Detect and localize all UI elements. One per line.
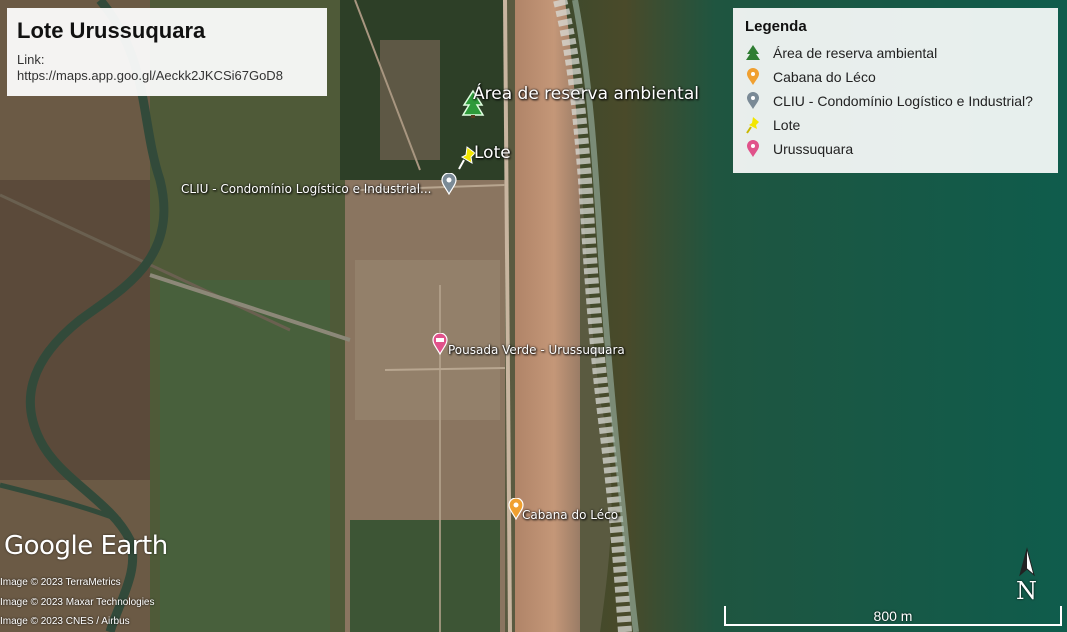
title-panel: Lote Urussuquara Link: https://maps.app.… bbox=[7, 8, 327, 96]
map-title: Lote Urussuquara bbox=[17, 18, 206, 43]
pin-icon-cliu[interactable] bbox=[441, 173, 457, 195]
legend-panel: Legenda Área de reserva ambiental Cabana… bbox=[733, 8, 1058, 173]
legend-item-urussuquara: Urussuquara bbox=[745, 137, 1046, 161]
link-label: Link: bbox=[17, 52, 45, 67]
pin-icon bbox=[747, 68, 759, 85]
pin-icon bbox=[747, 140, 759, 157]
legend-item-cabana: Cabana do Léco bbox=[745, 65, 1046, 89]
pushpin-icon bbox=[746, 117, 759, 134]
scale-label: 800 m bbox=[873, 608, 913, 624]
tree-icon bbox=[746, 45, 760, 60]
legend-item-label: Área de reserva ambiental bbox=[773, 45, 938, 61]
marker-label-cliu: CLIU - Condomínio Logístico e Industrial… bbox=[181, 182, 432, 196]
legend-item-label: Lote bbox=[773, 117, 801, 133]
north-arrow-icon bbox=[1019, 547, 1035, 577]
marker-label-pousada: Pousada Verde - Urussuquara bbox=[448, 343, 625, 357]
legend-item-cliu: CLIU - Condomínio Logístico e Industrial… bbox=[745, 89, 1046, 113]
legend-heading: Legenda bbox=[745, 18, 807, 35]
legend-item-reserva: Área de reserva ambiental bbox=[745, 41, 1046, 65]
credit-line: Image © 2023 CNES / Airbus bbox=[0, 616, 130, 627]
pin-icon bbox=[747, 92, 759, 109]
link-url[interactable]: https://maps.app.goo.gl/Aeckk2JKCSi67GoD… bbox=[17, 68, 317, 84]
google-earth-logo: Google Earth bbox=[4, 531, 168, 561]
legend-item-label: Urussuquara bbox=[773, 141, 854, 157]
north-label: N bbox=[1016, 577, 1037, 605]
marker-label-cabana: Cabana do Léco bbox=[522, 508, 619, 522]
pin-icon-pousada[interactable] bbox=[432, 333, 448, 355]
legend-item-lote: Lote bbox=[745, 113, 1046, 137]
credit-line: Image © 2023 TerraMetrics bbox=[0, 577, 121, 588]
credit-line: Image © 2023 Maxar Technologies bbox=[0, 597, 155, 608]
legend-item-label: CLIU - Condomínio Logístico e Industrial… bbox=[773, 93, 1033, 109]
marker-label-reserva: Área de reserva ambiental bbox=[473, 84, 699, 104]
scale-bar: 800 m bbox=[724, 606, 1064, 628]
north-arrow: N bbox=[1012, 547, 1042, 605]
marker-label-lote: Lote bbox=[474, 143, 511, 163]
legend-item-label: Cabana do Léco bbox=[773, 69, 876, 85]
